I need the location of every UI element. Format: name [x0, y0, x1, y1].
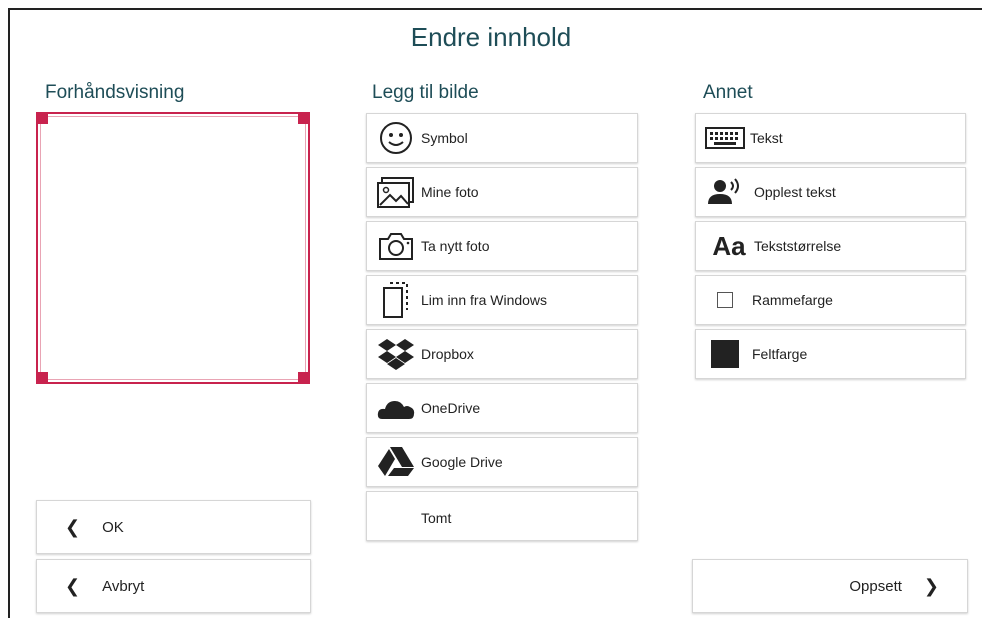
dropbox-icon: [373, 334, 419, 374]
setup-button[interactable]: Oppsett ❯: [692, 559, 968, 613]
empty-label: Tomt: [421, 510, 452, 526]
onedrive-label: OneDrive: [421, 400, 481, 416]
google-drive-label: Google Drive: [421, 454, 503, 470]
paste-icon: [373, 280, 419, 320]
resize-handle-bottom-right[interactable]: [298, 372, 310, 384]
ok-button[interactable]: ❮ OK: [36, 500, 311, 554]
onedrive-icon: [373, 388, 419, 428]
my-photos-button[interactable]: Mine foto: [366, 167, 638, 217]
onedrive-button[interactable]: OneDrive: [366, 383, 638, 433]
chevron-left-icon: ❮: [65, 516, 81, 537]
read-aloud-text-button[interactable]: Opplest tekst: [695, 167, 966, 217]
symbol-label: Symbol: [421, 130, 468, 146]
text-size-icon: Aa: [712, 230, 746, 261]
text-button[interactable]: Tekst: [695, 113, 966, 163]
ok-label: OK: [102, 518, 124, 536]
chevron-right-icon: ❯: [923, 575, 939, 596]
resize-handle-top-left[interactable]: [36, 112, 48, 124]
paste-from-windows-label: Lim inn fra Windows: [421, 292, 548, 308]
fill-color-label: Feltfarge: [752, 346, 808, 362]
photos-icon: [373, 172, 419, 212]
dropbox-button[interactable]: Dropbox: [366, 329, 638, 379]
smiley-icon: [373, 118, 419, 158]
speaker-person-icon: [702, 172, 748, 212]
preview-inner-frame: [40, 116, 306, 380]
other-heading: Annet: [703, 82, 753, 103]
preview-heading: Forhåndsvisning: [45, 82, 185, 103]
empty-icon-slot: [373, 492, 419, 516]
text-size-label: Tekststørrelse: [754, 238, 842, 254]
google-drive-icon: [373, 442, 419, 482]
read-aloud-text-label: Opplest tekst: [754, 184, 836, 200]
text-label: Tekst: [750, 130, 783, 146]
frame-color-swatch: [702, 280, 748, 320]
dropbox-label: Dropbox: [421, 346, 474, 362]
my-photos-label: Mine foto: [421, 184, 479, 200]
paste-from-windows-button[interactable]: Lim inn fra Windows: [366, 275, 638, 325]
chevron-left-icon: ❮: [65, 575, 81, 596]
resize-handle-bottom-left[interactable]: [36, 372, 48, 384]
cancel-button[interactable]: ❮ Avbryt: [36, 559, 311, 613]
empty-button[interactable]: Tomt: [366, 491, 638, 541]
frame-color-label: Rammefarge: [752, 292, 833, 308]
setup-label: Oppsett: [849, 577, 902, 595]
take-photo-button[interactable]: Ta nytt foto: [366, 221, 638, 271]
dialog-title: Endre innhold: [410, 22, 572, 52]
google-drive-button[interactable]: Google Drive: [366, 437, 638, 487]
preview-canvas[interactable]: [36, 112, 310, 384]
keyboard-icon: [702, 118, 748, 158]
camera-icon: [373, 226, 419, 266]
fill-color-swatch: [702, 334, 748, 374]
cancel-label: Avbryt: [102, 577, 145, 595]
resize-handle-top-right[interactable]: [298, 112, 310, 124]
fill-color-button[interactable]: Feltfarge: [695, 329, 966, 379]
add-image-heading: Legg til bilde: [372, 82, 479, 103]
take-photo-label: Ta nytt foto: [421, 238, 490, 254]
text-size-button[interactable]: Aa Tekststørrelse: [695, 221, 966, 271]
symbol-button[interactable]: Symbol: [366, 113, 638, 163]
frame-color-button[interactable]: Rammefarge: [695, 275, 966, 325]
